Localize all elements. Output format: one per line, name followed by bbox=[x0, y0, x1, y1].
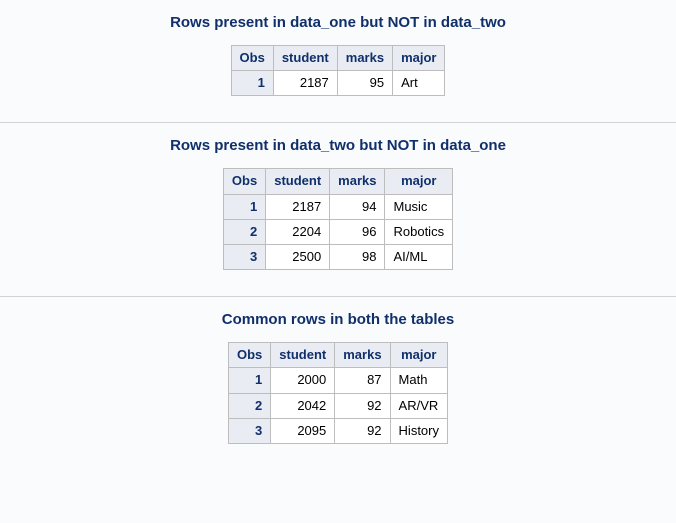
section-only-in-data-one: Rows present in data_one but NOT in data… bbox=[0, 0, 676, 122]
col-marks: marks bbox=[335, 343, 390, 368]
cell-student: 2204 bbox=[266, 219, 330, 244]
cell-student: 2500 bbox=[266, 244, 330, 269]
cell-obs: 2 bbox=[228, 393, 270, 418]
cell-major: Robotics bbox=[385, 219, 453, 244]
cell-marks: 94 bbox=[330, 194, 385, 219]
cell-major: Art bbox=[393, 71, 445, 96]
table-only-in-data-one: Obs student marks major 1 2187 95 Art bbox=[231, 45, 446, 96]
cell-obs: 1 bbox=[228, 368, 270, 393]
table-row: 1 2187 94 Music bbox=[223, 194, 452, 219]
cell-student: 2187 bbox=[273, 71, 337, 96]
cell-major: Math bbox=[390, 368, 447, 393]
table-header-row: Obs student marks major bbox=[223, 169, 452, 194]
table-row: 3 2095 92 History bbox=[228, 418, 447, 443]
col-major: major bbox=[385, 169, 453, 194]
cell-student: 2095 bbox=[271, 418, 335, 443]
cell-obs: 2 bbox=[223, 219, 265, 244]
col-marks: marks bbox=[337, 46, 392, 71]
table-row: 3 2500 98 AI/ML bbox=[223, 244, 452, 269]
cell-marks: 92 bbox=[335, 393, 390, 418]
cell-marks: 98 bbox=[330, 244, 385, 269]
cell-major: AI/ML bbox=[385, 244, 453, 269]
cell-marks: 92 bbox=[335, 418, 390, 443]
cell-major: AR/VR bbox=[390, 393, 447, 418]
table-row: 2 2042 92 AR/VR bbox=[228, 393, 447, 418]
cell-obs: 3 bbox=[228, 418, 270, 443]
col-obs: Obs bbox=[223, 169, 265, 194]
cell-marks: 95 bbox=[337, 71, 392, 96]
col-obs: Obs bbox=[231, 46, 273, 71]
col-student: student bbox=[273, 46, 337, 71]
section-title: Rows present in data_one but NOT in data… bbox=[0, 14, 676, 31]
col-student: student bbox=[266, 169, 330, 194]
col-student: student bbox=[271, 343, 335, 368]
cell-student: 2187 bbox=[266, 194, 330, 219]
section-common-rows: Common rows in both the tables Obs stude… bbox=[0, 297, 676, 470]
cell-obs: 3 bbox=[223, 244, 265, 269]
table-only-in-data-two: Obs student marks major 1 2187 94 Music … bbox=[223, 168, 453, 270]
table-row: 1 2187 95 Art bbox=[231, 71, 445, 96]
section-title: Rows present in data_two but NOT in data… bbox=[0, 137, 676, 154]
cell-marks: 96 bbox=[330, 219, 385, 244]
cell-student: 2042 bbox=[271, 393, 335, 418]
table-header-row: Obs student marks major bbox=[228, 343, 447, 368]
cell-obs: 1 bbox=[223, 194, 265, 219]
section-only-in-data-two: Rows present in data_two but NOT in data… bbox=[0, 123, 676, 296]
cell-marks: 87 bbox=[335, 368, 390, 393]
table-row: 2 2204 96 Robotics bbox=[223, 219, 452, 244]
col-marks: marks bbox=[330, 169, 385, 194]
table-common-rows: Obs student marks major 1 2000 87 Math 2… bbox=[228, 342, 448, 444]
section-title: Common rows in both the tables bbox=[0, 311, 676, 328]
col-obs: Obs bbox=[228, 343, 270, 368]
cell-major: Music bbox=[385, 194, 453, 219]
col-major: major bbox=[390, 343, 447, 368]
table-row: 1 2000 87 Math bbox=[228, 368, 447, 393]
cell-student: 2000 bbox=[271, 368, 335, 393]
cell-major: History bbox=[390, 418, 447, 443]
table-header-row: Obs student marks major bbox=[231, 46, 445, 71]
cell-obs: 1 bbox=[231, 71, 273, 96]
col-major: major bbox=[393, 46, 445, 71]
